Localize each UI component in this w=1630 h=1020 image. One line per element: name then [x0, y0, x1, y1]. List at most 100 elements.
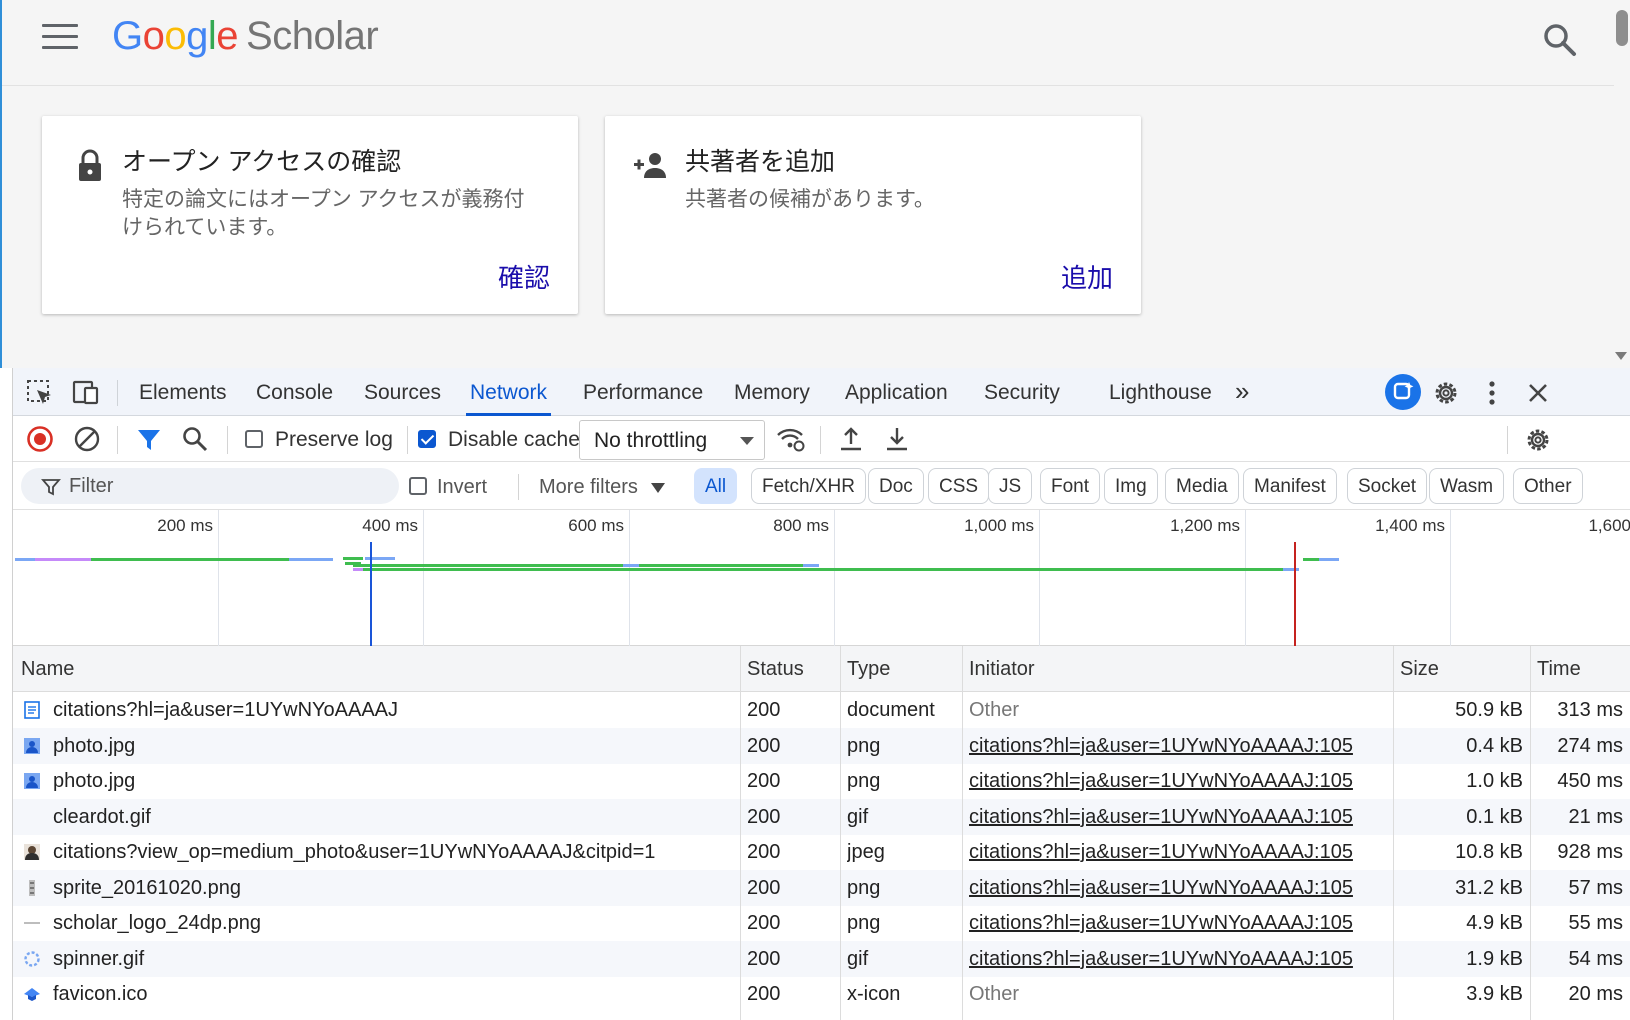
record-stop-icon[interactable]	[26, 425, 54, 453]
import-har-icon[interactable]	[837, 425, 865, 453]
table-row[interactable]: photo.jpg 200 png citations?hl=ja&user=1UYw…	[13, 763, 1630, 799]
column-header-name[interactable]: Name	[21, 646, 74, 692]
chevron-down-icon	[740, 437, 754, 445]
filter-type-all[interactable]: All	[694, 468, 738, 504]
filter-type-media[interactable]: Media	[1165, 468, 1239, 504]
request-time: 274 ms	[1557, 734, 1623, 757]
device-toolbar-icon[interactable]	[71, 378, 101, 408]
column-header-size[interactable]: Size	[1400, 646, 1439, 692]
scroll-down-arrow-icon[interactable]	[1615, 352, 1627, 360]
check-button[interactable]: 確認	[498, 258, 550, 295]
domcontentloaded-marker	[370, 542, 372, 646]
tab-lighthouse[interactable]: Lighthouse	[1109, 368, 1212, 416]
table-row[interactable]: scholar_logo_24dp.png 200 png citations?hl=…	[13, 905, 1630, 941]
search-icon[interactable]	[181, 425, 209, 453]
filter-input[interactable]: Filter	[21, 468, 399, 504]
filter-type-fetch-xhr[interactable]: Fetch/XHR	[751, 468, 866, 504]
export-har-icon[interactable]	[883, 425, 911, 453]
sprite-icon	[23, 879, 41, 897]
request-time: 450 ms	[1557, 770, 1623, 792]
request-status: 200	[747, 734, 781, 757]
add-person-icon	[634, 153, 666, 178]
table-row[interactable]: citations?view_op=medium_photo&user=1UYw…	[13, 834, 1630, 870]
timeline-gridline	[218, 510, 219, 646]
disable-cache-label: Disable cache	[448, 428, 580, 451]
tab-security[interactable]: Security	[984, 368, 1060, 416]
column-divider[interactable]	[1530, 646, 1531, 1020]
table-row[interactable]: citations?hl=ja&user=1UYwNYoAAAAJ 200 docu…	[13, 692, 1630, 728]
request-initiator[interactable]: citations?hl=ja&user=1UYwNYoAAAAJ:105	[969, 834, 1389, 870]
table-row[interactable]: photo.jpg 200 png citations?hl=ja&user=1UYw…	[13, 727, 1630, 764]
filter-type-manifest[interactable]: Manifest	[1243, 468, 1337, 504]
filter-type-socket[interactable]: Socket	[1347, 468, 1428, 504]
preserve-log-checkbox[interactable]	[245, 430, 263, 448]
network-request-table: Name Status Type Initiator Size Time cit…	[13, 646, 1630, 1020]
tab-network[interactable]: Network	[465, 368, 552, 416]
request-initiator[interactable]: citations?hl=ja&user=1UYwNYoAAAAJ:105	[969, 728, 1389, 764]
more-tabs-icon[interactable]: »	[1235, 368, 1249, 416]
tab-application[interactable]: Application	[845, 368, 948, 416]
column-divider[interactable]	[962, 646, 963, 1020]
request-time: 20 ms	[1568, 983, 1623, 1005]
request-initiator[interactable]: citations?hl=ja&user=1UYwNYoAAAAJ:105	[969, 799, 1389, 835]
invert-label: Invert	[437, 476, 488, 498]
table-row[interactable]: favicon.ico 200 x-icon Other 3.9 kB 20 ms	[13, 976, 1630, 1012]
ai-assistance-icon[interactable]	[1385, 374, 1421, 410]
timeline-gridline	[1039, 510, 1040, 646]
network-settings-gear-icon[interactable]	[1523, 425, 1553, 455]
filter-type-js[interactable]: JS	[988, 468, 1033, 504]
column-divider[interactable]	[840, 646, 841, 1020]
table-row[interactable]: spinner.gif 200 gif citations?hl=ja&user=1U…	[13, 940, 1630, 977]
network-conditions-icon[interactable]	[775, 425, 807, 453]
column-header-initiator[interactable]: Initiator	[969, 646, 1035, 692]
request-initiator[interactable]: citations?hl=ja&user=1UYwNYoAAAAJ:105	[969, 905, 1389, 941]
invert-checkbox[interactable]	[409, 477, 427, 495]
request-status: 200	[747, 699, 781, 721]
more-filters-dropdown[interactable]: More filters	[539, 462, 666, 510]
request-initiator[interactable]: citations?hl=ja&user=1UYwNYoAAAAJ:105	[969, 763, 1389, 799]
throttling-select[interactable]: No throttling	[579, 420, 765, 460]
request-name: cleardot.gif	[53, 805, 151, 828]
request-size: 4.9 kB	[1466, 912, 1523, 934]
google-scholar-logo[interactable]: Google Scholar	[112, 14, 379, 59]
request-name: citations?hl=ja&user=1UYwNYoAAAAJ	[53, 699, 399, 721]
add-coauthor-button[interactable]: 追加	[1061, 258, 1113, 295]
request-status: 200	[747, 912, 781, 934]
tab-memory[interactable]: Memory	[734, 368, 810, 416]
filter-funnel-icon[interactable]	[135, 426, 163, 454]
tab-sources[interactable]: Sources	[364, 368, 441, 416]
filter-type-img[interactable]: Img	[1104, 468, 1158, 504]
request-size: 1.0 kB	[1466, 770, 1523, 792]
table-row[interactable]: sprite_20161020.png 200 png citations?hl=ja…	[13, 869, 1630, 906]
column-header-time[interactable]: Time	[1537, 646, 1581, 692]
filter-type-doc[interactable]: Doc	[868, 468, 924, 504]
column-header-type[interactable]: Type	[847, 646, 890, 692]
timeline-bar	[1283, 568, 1299, 571]
filter-type-font[interactable]: Font	[1040, 468, 1101, 504]
tab-console[interactable]: Console	[256, 368, 333, 416]
request-initiator[interactable]: citations?hl=ja&user=1UYwNYoAAAAJ:105	[969, 941, 1389, 977]
network-overview-timeline[interactable]: 200 ms 400 ms 600 ms 800 ms 1,000 ms 1,2…	[13, 510, 1630, 646]
clear-icon[interactable]	[73, 425, 101, 453]
request-initiator[interactable]: citations?hl=ja&user=1UYwNYoAAAAJ:105	[969, 870, 1389, 906]
column-header-status[interactable]: Status	[747, 646, 804, 692]
inspect-element-icon[interactable]	[25, 378, 55, 408]
filter-type-css[interactable]: CSS	[928, 468, 990, 504]
close-devtools-icon[interactable]	[1523, 378, 1553, 408]
page-scrollbar-thumb[interactable]	[1616, 10, 1628, 46]
column-divider[interactable]	[1393, 646, 1394, 1020]
filter-type-wasm[interactable]: Wasm	[1429, 468, 1505, 504]
tab-elements[interactable]: Elements	[139, 368, 227, 416]
search-icon[interactable]	[1540, 20, 1580, 60]
table-row[interactable]: cleardot.gif 200 gif citations?hl=ja&user=1…	[13, 798, 1630, 835]
column-divider[interactable]	[740, 646, 741, 1020]
filter-type-other[interactable]: Other	[1513, 468, 1583, 504]
request-time: 57 ms	[1568, 876, 1623, 899]
disable-cache-checkbox[interactable]	[418, 430, 436, 448]
tab-performance[interactable]: Performance	[583, 368, 703, 416]
request-name: favicon.ico	[53, 983, 148, 1005]
settings-gear-icon[interactable]	[1431, 378, 1461, 408]
blank-icon	[23, 808, 41, 826]
menu-icon[interactable]	[42, 24, 78, 50]
kebab-menu-icon[interactable]	[1477, 378, 1507, 408]
